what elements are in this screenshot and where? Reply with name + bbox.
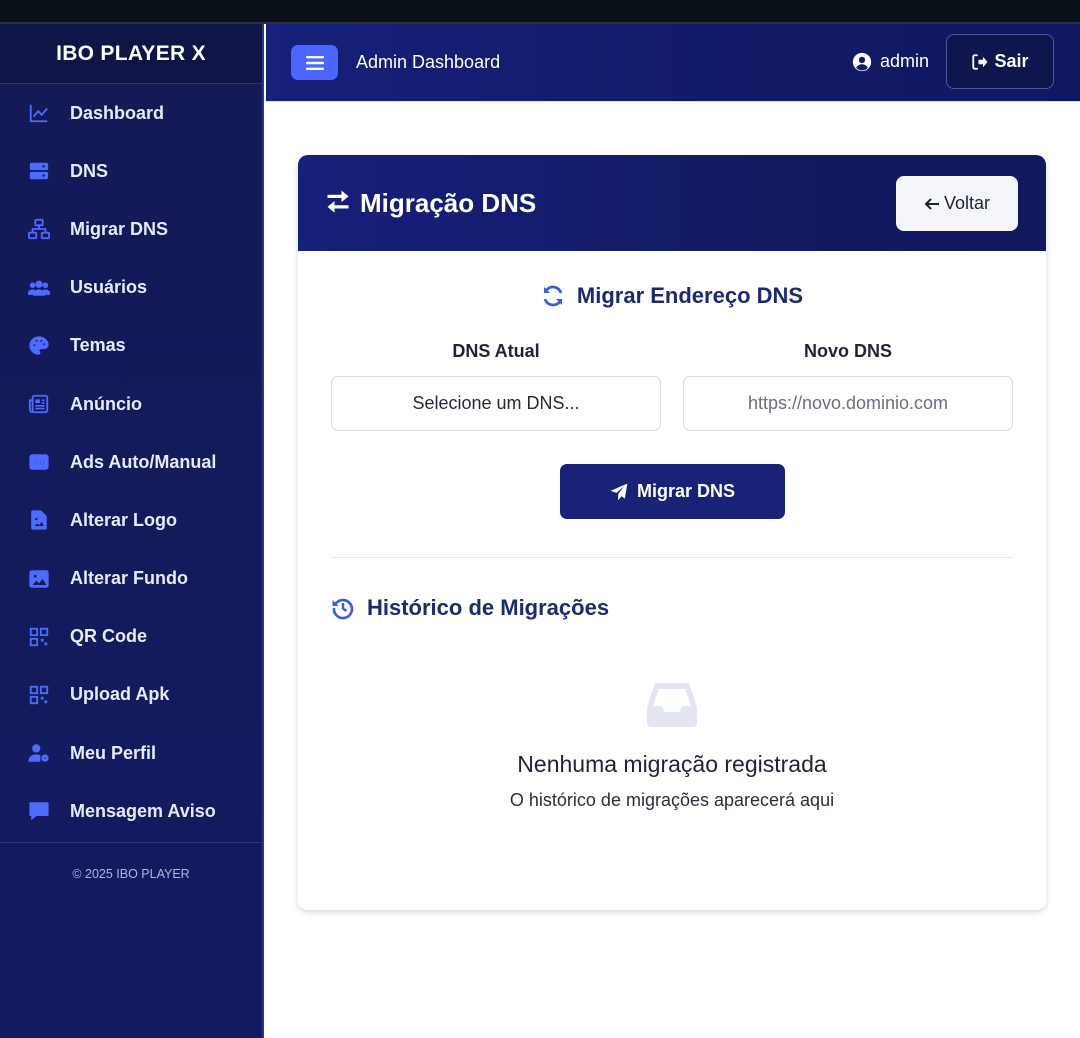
chart-line-icon xyxy=(26,100,52,126)
section-divider xyxy=(331,557,1013,558)
card-header: Migração DNS Voltar xyxy=(298,155,1046,251)
sidebar-item-label: Migrar DNS xyxy=(70,218,169,239)
sidebar-item-migrar-dns[interactable]: Migrar DNS xyxy=(0,200,262,258)
sidebar-item-label: Meu Perfil xyxy=(70,742,157,763)
sidebar-item-meu-perfil[interactable]: Meu Perfil xyxy=(0,724,262,782)
message-icon xyxy=(26,798,52,824)
file-image-icon xyxy=(26,507,52,533)
sidebar-item-label: Dashboard xyxy=(70,102,165,123)
sidebar-item-label: Anúncio xyxy=(70,393,142,414)
sidebar-item-alterar-fundo[interactable]: Alterar Fundo xyxy=(0,550,262,608)
sidebar-item-usuarios[interactable]: Usuários xyxy=(0,259,262,317)
system-top-bar xyxy=(0,0,1080,24)
current-dns-field: DNS Atual Selecione um DNS... xyxy=(331,341,661,431)
menu-toggle-button[interactable] xyxy=(291,45,338,80)
header-right: admin Sair xyxy=(852,34,1054,89)
migrate-dns-button[interactable]: Migrar DNS xyxy=(559,464,785,519)
network-icon xyxy=(26,216,52,242)
sidebar-item-label: Mensagem Aviso xyxy=(70,800,216,821)
section-title-text: Migrar Endereço DNS xyxy=(576,283,804,308)
users-icon xyxy=(26,275,52,301)
header-title: Admin Dashboard xyxy=(356,52,501,72)
copyright: © 2025 IBO PLAYER xyxy=(72,867,190,882)
user-circle-icon xyxy=(852,52,872,71)
history-title: Histórico de Migrações xyxy=(298,595,1046,621)
sidebar: IBO PLAYER X Dashboard DNS Migrar DNS Us… xyxy=(0,24,264,1038)
sidebar-item-mensagem-aviso[interactable]: Mensagem Aviso xyxy=(0,782,262,840)
sidebar-item-label: Upload Apk xyxy=(70,684,170,705)
migrate-label: Migrar DNS xyxy=(636,481,735,501)
sidebar-item-label: Alterar Logo xyxy=(70,509,178,530)
dns-fields: DNS Atual Selecione um DNS... Novo DNS xyxy=(298,341,1046,431)
ad-icon: AD xyxy=(26,449,52,475)
sidebar-item-anuncio[interactable]: Anúncio xyxy=(0,375,262,433)
inbox-icon xyxy=(647,683,697,727)
sidebar-item-qr-code[interactable]: QR Code xyxy=(0,608,262,666)
sidebar-item-label: DNS xyxy=(70,160,109,181)
sync-icon xyxy=(543,285,563,307)
empty-subtitle: O histórico de migrações aparecerá aqui xyxy=(509,790,835,810)
palette-icon xyxy=(26,333,52,359)
newspaper-icon xyxy=(26,391,52,417)
sidebar-item-alterar-logo[interactable]: Alterar Logo xyxy=(0,491,262,549)
paper-plane-icon xyxy=(610,483,628,500)
logout-icon xyxy=(972,53,988,70)
dns-migration-card: Migração DNS Voltar Migrar Endereço DNS … xyxy=(298,155,1046,910)
sidebar-item-temas[interactable]: Temas xyxy=(0,317,262,375)
empty-state: Nenhuma migração registrada O histórico … xyxy=(298,681,1046,811)
user-gear-icon xyxy=(26,740,52,766)
exchange-icon xyxy=(324,187,352,220)
current-dns-select[interactable]: Selecione um DNS... xyxy=(331,376,661,431)
sidebar-item-label: Usuários xyxy=(70,277,148,298)
sidebar-item-upload-apk[interactable]: Upload Apk xyxy=(0,666,262,724)
back-label: Voltar xyxy=(943,193,991,213)
current-dns-label: DNS Atual xyxy=(452,341,540,361)
svg-text:AD: AD xyxy=(33,459,45,468)
sidebar-item-label: Alterar Fundo xyxy=(70,568,189,589)
qrcode-icon xyxy=(26,682,52,708)
user-menu[interactable]: admin xyxy=(852,51,929,72)
sidebar-item-ads-auto-manual[interactable]: AD Ads Auto/Manual xyxy=(0,433,262,491)
username: admin xyxy=(879,51,929,71)
history-icon xyxy=(332,598,354,620)
server-icon xyxy=(26,158,52,184)
card-title: Migração DNS xyxy=(360,187,537,218)
arrow-left-icon xyxy=(924,197,939,210)
history-title-text: Histórico de Migrações xyxy=(367,595,610,620)
new-dns-field: Novo DNS xyxy=(683,341,1013,431)
new-dns-input[interactable] xyxy=(683,376,1013,431)
sidebar-item-label: Ads Auto/Manual xyxy=(70,451,217,472)
sidebar-item-label: QR Code xyxy=(70,626,148,647)
back-button[interactable]: Voltar xyxy=(896,176,1018,231)
sidebar-item-dashboard[interactable]: Dashboard xyxy=(0,84,262,142)
sidebar-item-label: Temas xyxy=(70,335,126,356)
image-icon xyxy=(26,566,52,592)
top-header: Admin Dashboard admin Sair xyxy=(266,24,1080,102)
logout-label: Sair xyxy=(994,51,1029,71)
empty-title: Nenhuma migração registrada xyxy=(517,751,827,777)
hamburger-icon xyxy=(305,55,324,70)
qrcode-icon xyxy=(26,624,52,650)
sidebar-nav: Dashboard DNS Migrar DNS Usuários Temas xyxy=(0,84,262,840)
new-dns-label: Novo DNS xyxy=(803,341,892,361)
brand-logo[interactable]: IBO PLAYER X xyxy=(0,24,262,84)
sidebar-item-dns[interactable]: DNS xyxy=(0,142,262,200)
logout-button[interactable]: Sair xyxy=(946,34,1054,89)
migrate-section-title: Migrar Endereço DNS xyxy=(298,283,1046,309)
